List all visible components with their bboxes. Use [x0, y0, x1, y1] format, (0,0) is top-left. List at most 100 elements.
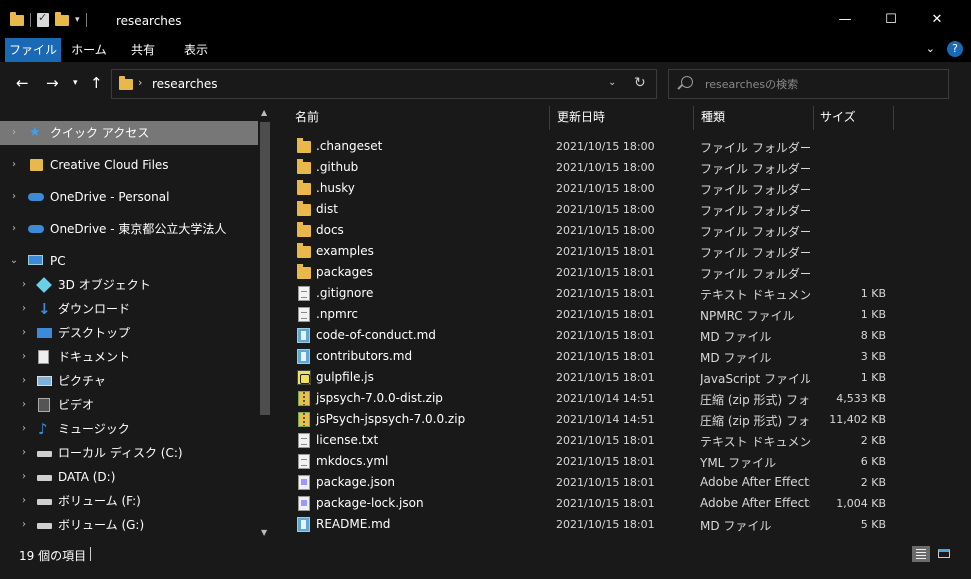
file-row[interactable]: license.txt 2021/10/15 18:01 テキスト ドキュメント…	[289, 430, 889, 451]
file-row[interactable]: gulpfile.js 2021/10/15 18:01 JavaScript …	[289, 367, 889, 388]
nav-item-volume-f[interactable]: › ボリューム (F:)	[0, 489, 258, 513]
customize-toolbar-icon[interactable]: ▾	[75, 15, 80, 25]
nav-item-onedrive-personal[interactable]: › OneDrive - Personal	[0, 185, 258, 209]
expand-chevron-icon[interactable]: ›	[9, 185, 19, 209]
search-box[interactable]	[668, 69, 949, 99]
file-date: 2021/10/15 18:01	[556, 308, 655, 321]
nav-item-creative-cloud[interactable]: › Creative Cloud Files	[0, 153, 258, 177]
forward-button[interactable]: →	[46, 74, 59, 92]
column-header-name[interactable]: 名前	[295, 104, 545, 130]
file-row[interactable]: .changeset 2021/10/15 18:00 ファイル フォルダー	[289, 136, 889, 157]
expand-chevron-icon[interactable]: ›	[19, 465, 29, 489]
file-row[interactable]: packages 2021/10/15 18:01 ファイル フォルダー	[289, 262, 889, 283]
expand-chevron-icon[interactable]: ›	[19, 441, 29, 465]
nav-item-onedrive-org[interactable]: › OneDrive - 東京都公立大学法人	[0, 217, 258, 241]
file-row[interactable]: .gitignore 2021/10/15 18:01 テキスト ドキュメント …	[289, 283, 889, 304]
nav-item-data-d[interactable]: › DATA (D:)	[0, 465, 258, 489]
separator	[85, 13, 87, 27]
file-size: 1,004 KB	[836, 497, 886, 510]
nav-item-videos[interactable]: › ビデオ	[0, 393, 258, 417]
expand-chevron-icon[interactable]: ›	[9, 121, 19, 145]
tab-share[interactable]: 共有	[120, 38, 166, 62]
nav-item-pc[interactable]: ⌄ PC	[0, 249, 258, 273]
tab-home[interactable]: ホーム	[66, 38, 112, 62]
refresh-icon[interactable]: ↻	[634, 75, 646, 91]
column-divider[interactable]	[893, 106, 894, 130]
collapse-chevron-icon[interactable]: ⌄	[9, 249, 19, 273]
search-input[interactable]	[703, 74, 937, 94]
file-row[interactable]: .github 2021/10/15 18:00 ファイル フォルダー	[289, 157, 889, 178]
column-divider[interactable]	[693, 106, 694, 130]
nav-item-local-disk-c[interactable]: › ローカル ディスク (C:)	[0, 441, 258, 465]
scrollbar-thumb[interactable]	[260, 122, 270, 415]
file-date: 2021/10/15 18:01	[556, 455, 655, 468]
expand-chevron-icon[interactable]: ›	[19, 369, 29, 393]
expand-chevron-icon[interactable]: ›	[19, 513, 29, 537]
nav-item-music[interactable]: › ♪ ミュージック	[0, 417, 258, 441]
column-header-type[interactable]: 種類	[701, 104, 811, 130]
expand-chevron-icon[interactable]: ›	[19, 273, 29, 297]
tab-file[interactable]: ファイル	[5, 38, 61, 62]
file-row[interactable]: mkdocs.yml 2021/10/15 18:01 YML ファイル 6 K…	[289, 451, 889, 472]
file-row[interactable]: jsPsych-jspsych-7.0.0.zip 2021/10/14 14:…	[289, 409, 889, 430]
nav-item-desktop[interactable]: › デスクトップ	[0, 321, 258, 345]
details-view-button[interactable]	[912, 546, 930, 562]
address-dropdown-icon[interactable]: ⌄	[608, 77, 616, 88]
file-row[interactable]: contributors.md 2021/10/15 18:01 MD ファイル…	[289, 346, 889, 367]
file-row[interactable]: README.md 2021/10/15 18:01 MD ファイル 5 KB	[289, 514, 889, 535]
breadcrumb[interactable]: researches	[152, 77, 218, 91]
expand-chevron-icon[interactable]: ›	[9, 153, 19, 177]
column-divider[interactable]	[813, 106, 814, 130]
column-header-size[interactable]: サイズ	[820, 104, 890, 130]
expand-ribbon-icon[interactable]: ⌄	[926, 42, 935, 55]
nav-item-volume-g[interactable]: › ボリューム (G:)	[0, 513, 258, 537]
nav-scrollbar[interactable]: ▲ ▼	[258, 106, 272, 542]
tab-view[interactable]: 表示	[173, 38, 219, 62]
expand-chevron-icon[interactable]: ›	[19, 393, 29, 417]
file-row[interactable]: package-lock.json 2021/10/15 18:01 Adobe…	[289, 493, 889, 514]
column-divider[interactable]	[549, 106, 550, 130]
file-row[interactable]: examples 2021/10/15 18:01 ファイル フォルダー	[289, 241, 889, 262]
expand-chevron-icon[interactable]: ›	[19, 297, 29, 321]
download-icon: ↓	[38, 300, 51, 318]
expand-chevron-icon[interactable]: ›	[19, 345, 29, 369]
expand-chevron-icon[interactable]: ›	[19, 489, 29, 513]
folder-icon	[297, 264, 311, 279]
nav-item-pictures[interactable]: › ピクチャ	[0, 369, 258, 393]
large-icons-view-button[interactable]	[935, 546, 953, 562]
recent-locations-icon[interactable]: ▾	[73, 74, 78, 92]
properties-icon[interactable]	[37, 11, 49, 27]
scroll-down-icon[interactable]: ▼	[261, 528, 267, 537]
nav-item-downloads[interactable]: › ↓ ダウンロード	[0, 297, 258, 321]
file-row[interactable]: code-of-conduct.md 2021/10/15 18:01 MD フ…	[289, 325, 889, 346]
nav-item-documents[interactable]: › ドキュメント	[0, 345, 258, 369]
close-button[interactable]: ✕	[914, 0, 960, 38]
markdown-file-icon	[297, 349, 310, 364]
scroll-up-icon[interactable]: ▲	[261, 108, 267, 117]
star-icon: ★	[29, 125, 41, 140]
markdown-file-icon	[297, 328, 310, 343]
expand-chevron-icon[interactable]: ›	[9, 217, 19, 241]
file-row[interactable]: jspsych-7.0.0-dist.zip 2021/10/14 14:51 …	[289, 388, 889, 409]
file-row[interactable]: .npmrc 2021/10/15 18:01 NPMRC ファイル 1 KB	[289, 304, 889, 325]
column-header-date[interactable]: 更新日時	[557, 104, 687, 130]
file-size: 5 KB	[860, 518, 886, 531]
up-button[interactable]: ↑	[90, 74, 103, 92]
file-type: MD ファイル	[700, 330, 772, 344]
maximize-button[interactable]: ☐	[868, 0, 914, 38]
file-row[interactable]: dist 2021/10/15 18:00 ファイル フォルダー	[289, 199, 889, 220]
expand-chevron-icon[interactable]: ›	[19, 321, 29, 345]
help-button[interactable]: ?	[947, 41, 963, 57]
new-folder-icon[interactable]	[55, 11, 69, 26]
address-bar[interactable]: › researches ⌄ ↻	[111, 69, 657, 99]
minimize-button[interactable]: —	[822, 0, 868, 38]
expand-chevron-icon[interactable]: ›	[19, 417, 29, 441]
file-row[interactable]: docs 2021/10/15 18:00 ファイル フォルダー	[289, 220, 889, 241]
back-button[interactable]: ←	[16, 74, 29, 92]
file-row[interactable]: package.json 2021/10/15 18:01 Adobe Afte…	[289, 472, 889, 493]
breadcrumb-chevron-icon[interactable]: ›	[138, 76, 142, 89]
text-file-icon	[298, 286, 310, 301]
file-row[interactable]: .husky 2021/10/15 18:00 ファイル フォルダー	[289, 178, 889, 199]
nav-item-3d-objects[interactable]: › 3D オブジェクト	[0, 273, 258, 297]
nav-item-quick-access[interactable]: › ★ クイック アクセス	[0, 121, 258, 145]
